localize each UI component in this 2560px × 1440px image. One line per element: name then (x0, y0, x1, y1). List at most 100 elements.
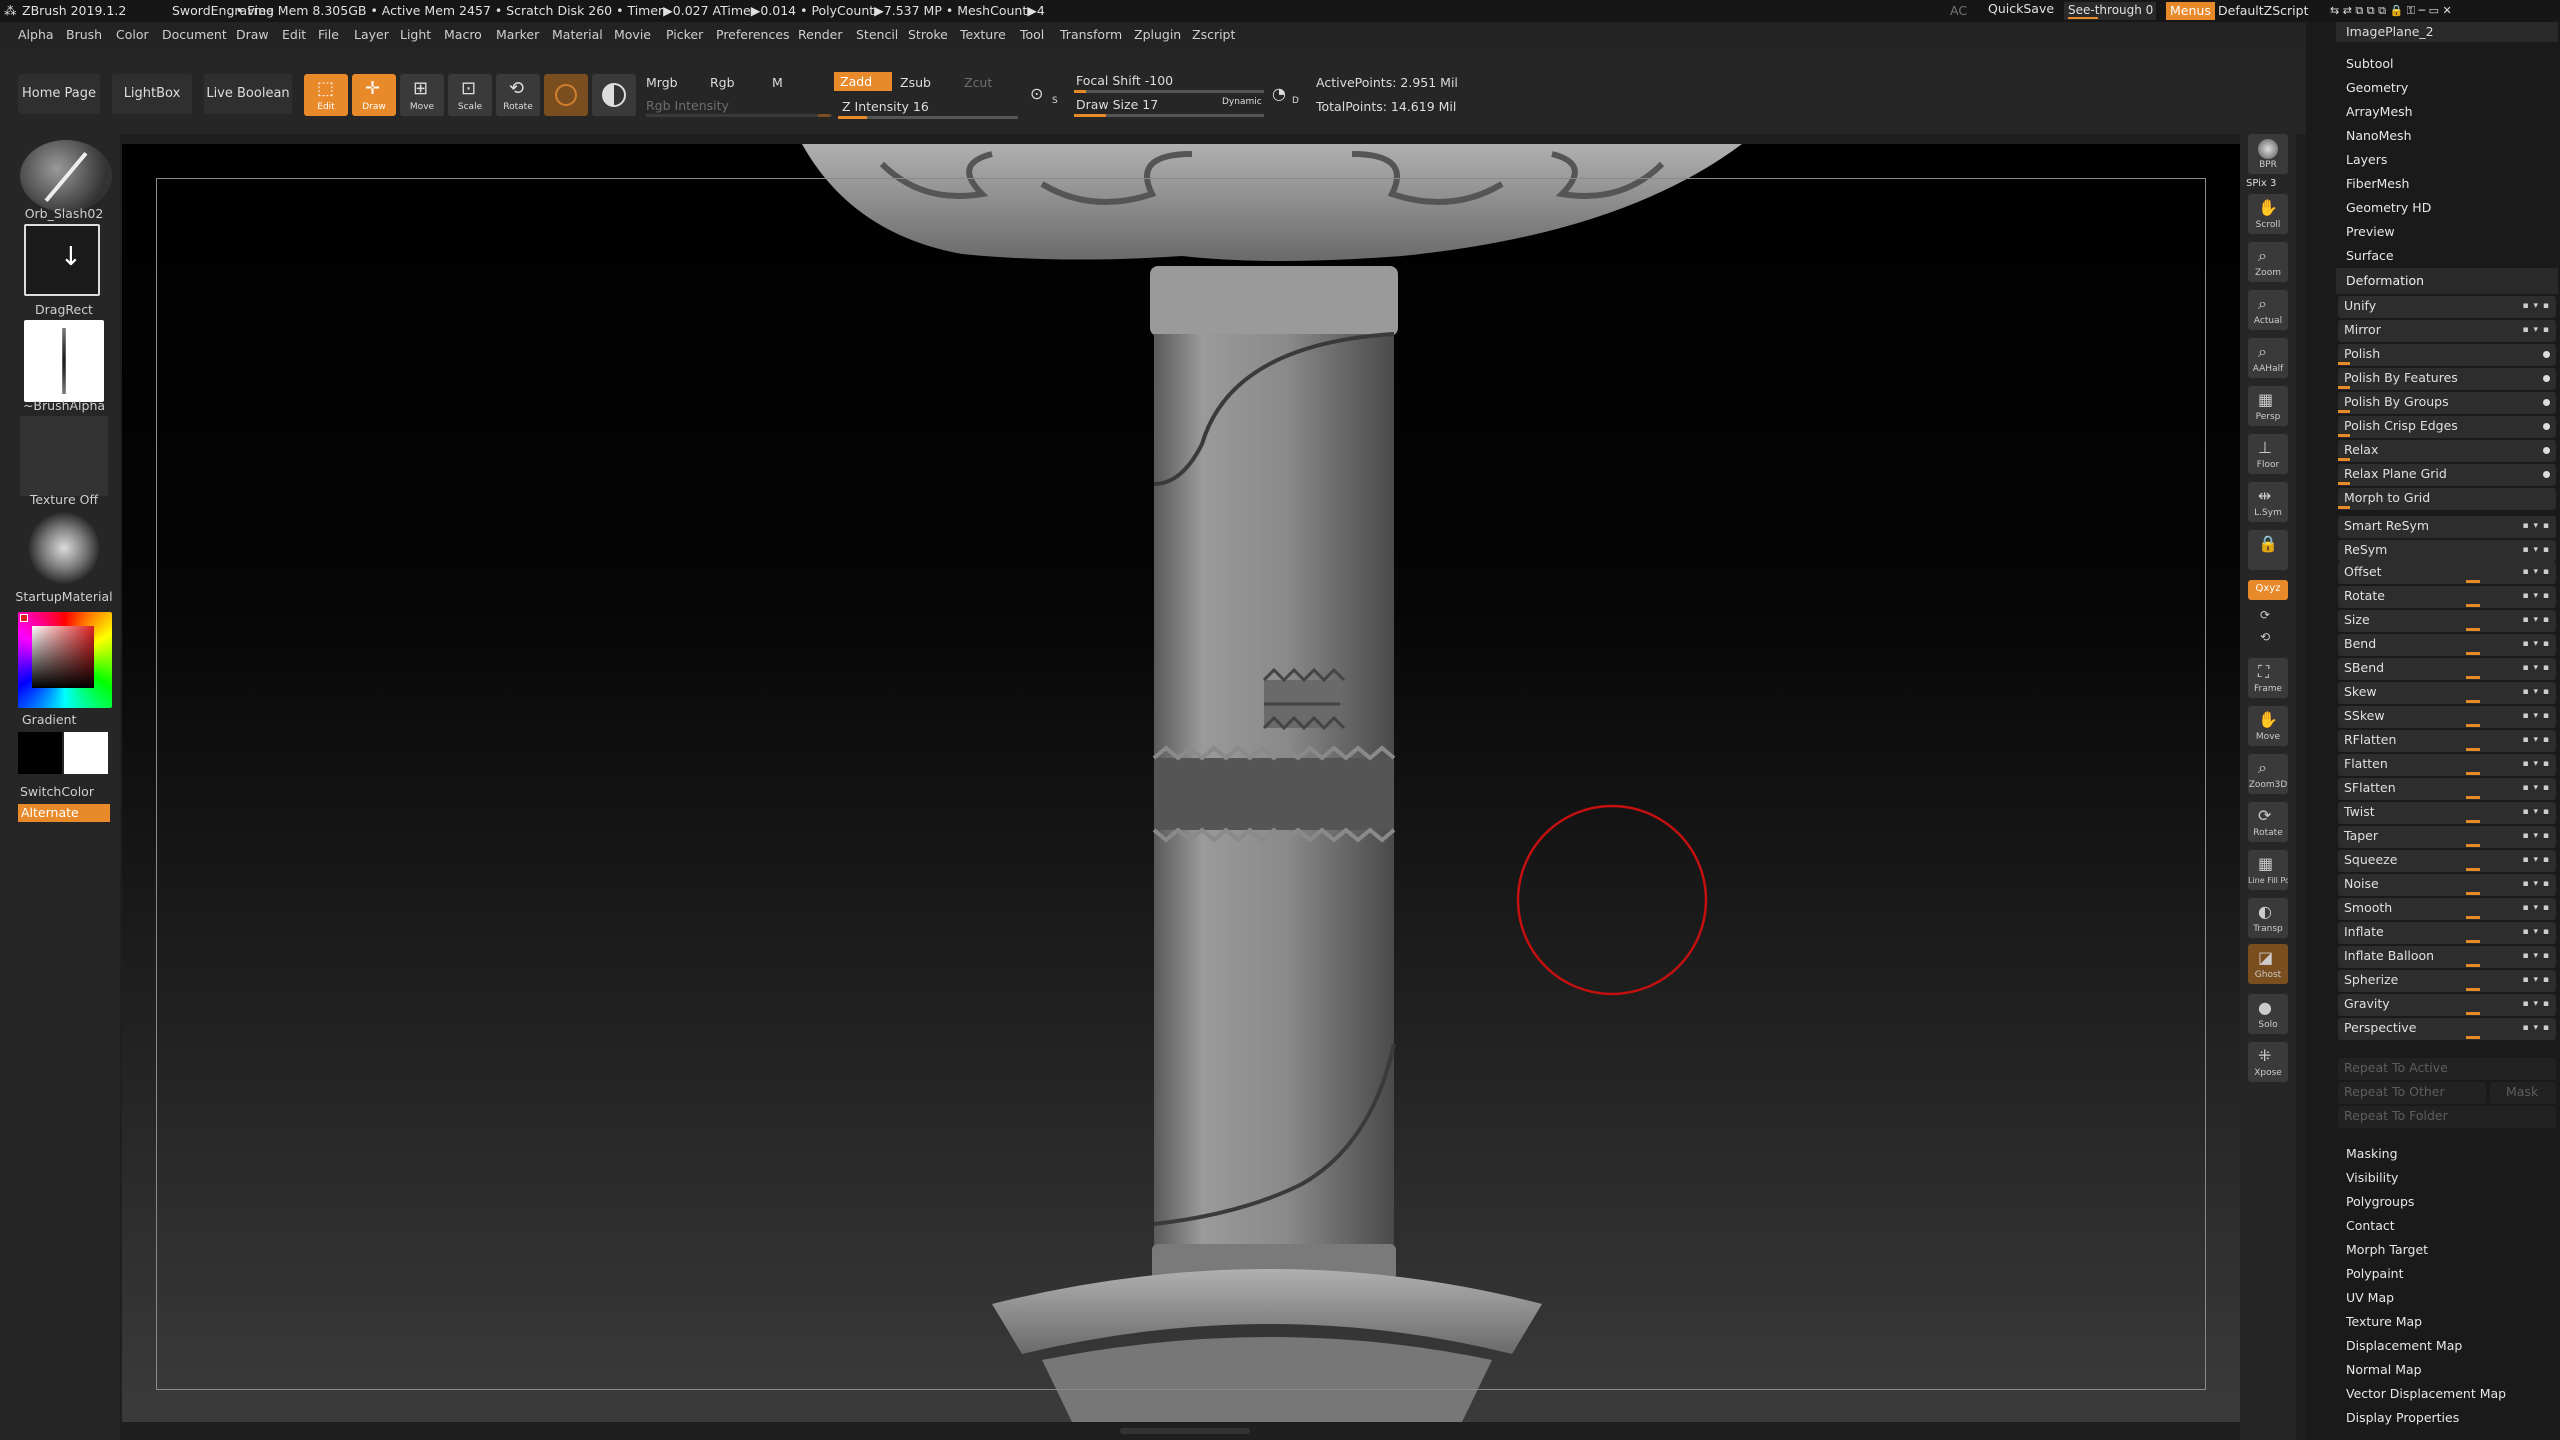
vector-displacement-map-header[interactable]: Vector Displacement Map (2346, 1386, 2506, 1401)
normal-map-header[interactable]: Normal Map (2346, 1362, 2422, 1377)
color-picker[interactable] (18, 612, 112, 708)
deformation-flatten[interactable]: Flatten ▪ ▾ ▪ (2338, 754, 2556, 776)
deformation-smart-resym[interactable]: Smart ReSym ▪ ▾ ▪ (2338, 516, 2556, 538)
deformation-polish-by-groups[interactable]: Polish By Groups (2338, 392, 2556, 414)
polyf-button[interactable]: ▦ Line Fill PolyF (2248, 850, 2288, 890)
zoom3d-button[interactable]: ⌕ Zoom3D (2248, 754, 2288, 794)
draw-size-slider[interactable]: Draw Size 17 (1076, 97, 1158, 112)
tool-name[interactable]: ImagePlane_2 (2336, 22, 2558, 42)
deformation-twist[interactable]: Twist ▪ ▾ ▪ (2338, 802, 2556, 824)
m-toggle[interactable]: M (772, 75, 783, 90)
menu-zscript[interactable]: Zscript (1192, 22, 1235, 48)
deformation-resym[interactable]: ReSym ▪ ▾ ▪ (2338, 540, 2556, 562)
frame-button[interactable]: ⛶ Frame (2248, 658, 2288, 698)
slider-knob[interactable] (2466, 844, 2480, 847)
deformation-rflatten[interactable]: RFlatten ▪ ▾ ▪ (2338, 730, 2556, 752)
fibermesh-header[interactable]: FiberMesh (2346, 176, 2409, 191)
slider-knob[interactable] (2466, 1036, 2480, 1039)
slider-knob[interactable] (2466, 604, 2480, 607)
layers-header[interactable]: Layers (2346, 152, 2387, 167)
slider-knob[interactable] (2466, 964, 2480, 967)
preview-header[interactable]: Preview (2346, 224, 2395, 239)
deformation-header[interactable]: Deformation (2336, 268, 2558, 294)
xyz-axis-icon[interactable]: ▪ ▾ ▪ (2523, 946, 2550, 966)
menu-preferences[interactable]: Preferences (716, 22, 790, 48)
alternate-toggle[interactable]: Alternate (18, 804, 110, 822)
xyz-axis-icon[interactable]: ▪ ▾ ▪ (2523, 586, 2550, 606)
menu-zplugin[interactable]: Zplugin (1134, 22, 1181, 48)
xyz-axis-icon[interactable]: ▪ ▾ ▪ (2523, 778, 2550, 798)
zadd-toggle[interactable]: Zadd (834, 72, 892, 91)
xyz-axis-icon[interactable]: ▪ ▾ ▪ (2523, 1018, 2550, 1038)
deformation-rotate[interactable]: Rotate ▪ ▾ ▪ (2338, 586, 2556, 608)
move-view-button[interactable]: ✋ Move (2248, 706, 2288, 746)
polygroups-header[interactable]: Polygroups (2346, 1194, 2414, 1209)
xyz-axis-icon[interactable]: ▪ ▾ ▪ (2523, 850, 2550, 870)
deformation-taper[interactable]: Taper ▪ ▾ ▪ (2338, 826, 2556, 848)
xyz-axis-icon[interactable]: ▪ ▾ ▪ (2523, 540, 2550, 560)
deformation-offset[interactable]: Offset ▪ ▾ ▪ (2338, 562, 2556, 584)
mrgb-toggle[interactable]: Mrgb (646, 75, 678, 90)
xyz-axis-icon[interactable]: ▪ ▾ ▪ (2523, 802, 2550, 822)
floor-button[interactable]: ⊥ Floor (2248, 434, 2288, 474)
deformation-mirror[interactable]: Mirror ▪ ▾ ▪ (2338, 320, 2556, 342)
quicksave-button[interactable]: QuickSave (1984, 0, 2058, 18)
color-square[interactable] (32, 626, 94, 688)
menu-stroke[interactable]: Stroke (908, 22, 948, 48)
zcut-toggle[interactable]: Zcut (964, 75, 992, 90)
deformation-relax[interactable]: Relax (2338, 440, 2556, 462)
menu-color[interactable]: Color (116, 22, 149, 48)
menu-alpha[interactable]: Alpha (18, 22, 54, 48)
toggle-dot-icon[interactable] (2543, 447, 2550, 454)
deformation-noise[interactable]: Noise ▪ ▾ ▪ (2338, 874, 2556, 896)
scroll-button[interactable]: ✋ Scroll (2248, 194, 2288, 234)
menu-tool[interactable]: Tool (1020, 22, 1044, 48)
rotate-y-icon[interactable]: ⟳ (2260, 608, 2270, 622)
toggle-dot-icon[interactable] (2543, 399, 2550, 406)
xyz-axis-icon[interactable]: ▪ ▾ ▪ (2523, 562, 2550, 582)
deformation-gravity[interactable]: Gravity ▪ ▾ ▪ (2338, 994, 2556, 1016)
deformation-polish-crisp-edges[interactable]: Polish Crisp Edges (2338, 416, 2556, 438)
deformation-inflate-balloon[interactable]: Inflate Balloon ▪ ▾ ▪ (2338, 946, 2556, 968)
slider-knob[interactable] (2466, 748, 2480, 751)
repeat-to-other-button[interactable]: Repeat To Other (2338, 1082, 2486, 1104)
xyz-axis-icon[interactable]: ▪ ▾ ▪ (2523, 754, 2550, 774)
xyz-axis-icon[interactable]: ▪ ▾ ▪ (2523, 516, 2550, 536)
slider-knob[interactable] (2466, 700, 2480, 703)
solo-button[interactable]: ● Solo (2248, 994, 2288, 1034)
xyz-axis-icon[interactable]: ▪ ▾ ▪ (2523, 658, 2550, 678)
menu-layer[interactable]: Layer (354, 22, 389, 48)
slider-knob[interactable] (2466, 580, 2480, 583)
gyro-button[interactable] (592, 74, 636, 116)
slider-knob[interactable] (2466, 724, 2480, 727)
deformation-relax-plane-grid[interactable]: Relax Plane Grid (2338, 464, 2556, 486)
xyz-axis-icon[interactable]: ▪ ▾ ▪ (2523, 874, 2550, 894)
menu-brush[interactable]: Brush (66, 22, 102, 48)
menu-stencil[interactable]: Stencil (856, 22, 898, 48)
focal-shift-slider[interactable]: Focal Shift -100 (1076, 73, 1173, 88)
deformation-sbend[interactable]: SBend ▪ ▾ ▪ (2338, 658, 2556, 680)
slider-knob[interactable] (2466, 1012, 2480, 1015)
menu-picker[interactable]: Picker (666, 22, 703, 48)
default-zscript[interactable]: DefaultZScript (2218, 0, 2309, 22)
zsub-toggle[interactable]: Zsub (900, 75, 931, 90)
move-button[interactable]: ⊞ Move (400, 74, 444, 116)
deformation-bend[interactable]: Bend ▪ ▾ ▪ (2338, 634, 2556, 656)
xyz-axis-icon[interactable]: ▪ ▾ ▪ (2523, 922, 2550, 942)
lightbulb-icon[interactable]: ◔ (1272, 84, 1286, 103)
deformation-sskew[interactable]: SSkew ▪ ▾ ▪ (2338, 706, 2556, 728)
lock-button[interactable]: 🔒 (2248, 530, 2288, 570)
live-boolean-button[interactable]: Live Boolean (204, 74, 292, 114)
slider-knob[interactable] (2466, 868, 2480, 871)
stroke-thumbnail[interactable]: ↓ (24, 224, 100, 296)
displacement-map-header[interactable]: Displacement Map (2346, 1338, 2462, 1353)
xyz-axis-icon[interactable]: ▪ ▾ ▪ (2523, 320, 2550, 340)
menu-marker[interactable]: Marker (496, 22, 539, 48)
nanomesh-header[interactable]: NanoMesh (2346, 128, 2412, 143)
dynamic-toggle[interactable]: Dynamic (1222, 97, 1262, 107)
visibility-header[interactable]: Visibility (2346, 1170, 2398, 1185)
aahalf-button[interactable]: ⌕ AAHalf (2248, 338, 2288, 378)
xyz-axis-icon[interactable]: ▪ ▾ ▪ (2523, 296, 2550, 316)
slider-knob[interactable] (2466, 940, 2480, 943)
actual-button[interactable]: ⌕ Actual (2248, 290, 2288, 330)
